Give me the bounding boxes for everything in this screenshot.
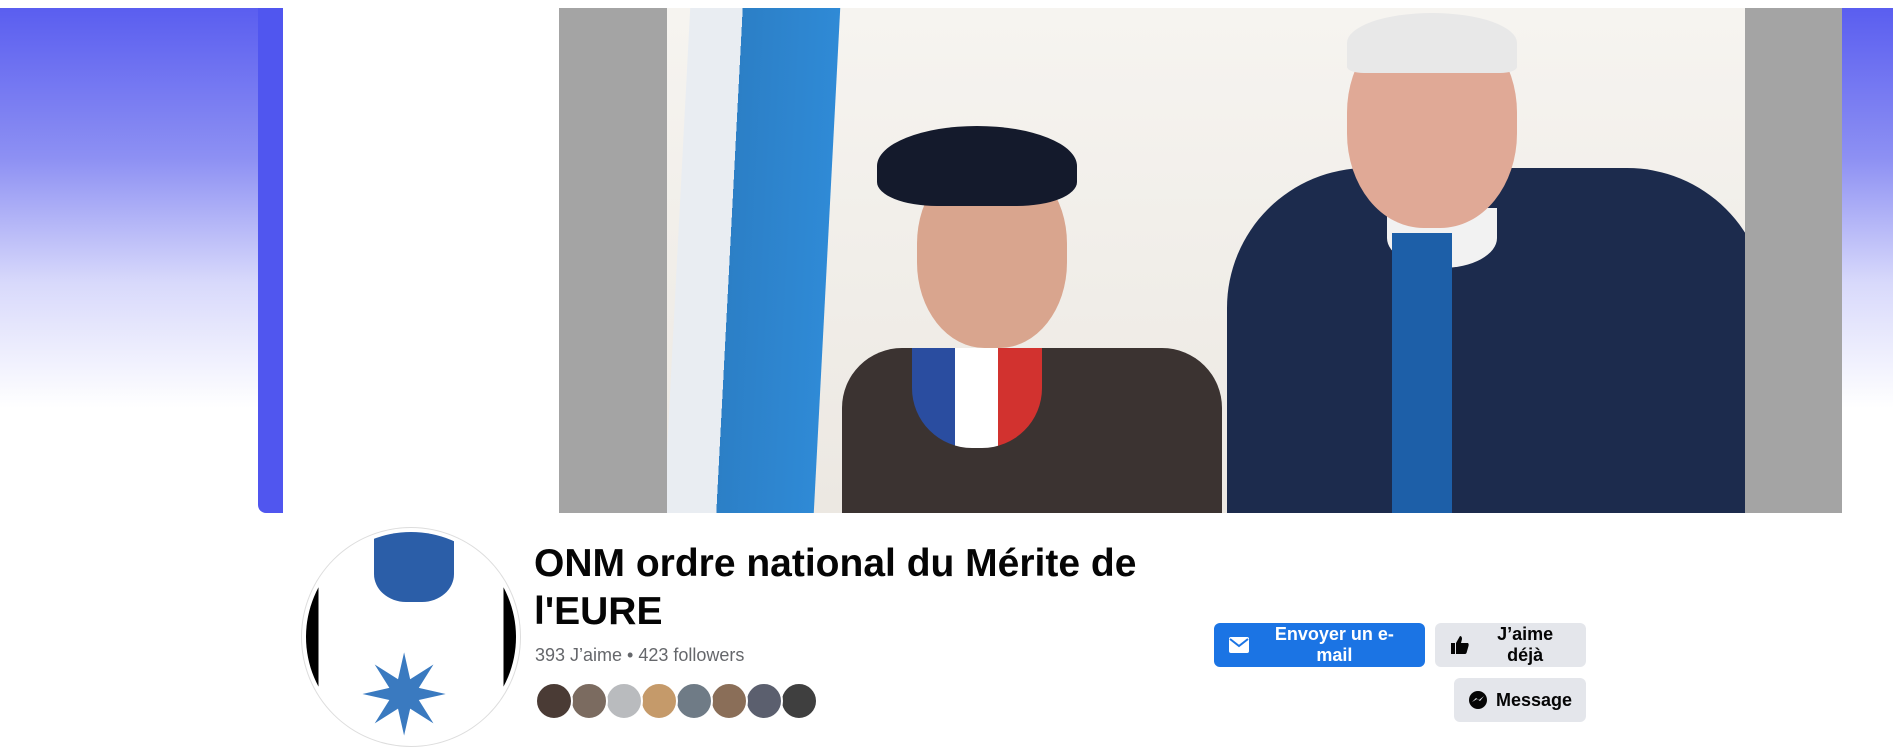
friend-avatar[interactable] bbox=[780, 682, 818, 720]
flag bbox=[667, 8, 841, 513]
page-title: ONM ordre national du Mérite de l'EURE bbox=[534, 542, 1137, 633]
friend-avatar[interactable] bbox=[745, 682, 783, 720]
like-label: J’aime déjà bbox=[1497, 624, 1554, 665]
medal-icon: ✷ bbox=[358, 635, 451, 746]
message-button[interactable]: Message bbox=[1454, 678, 1586, 722]
friend-avatar[interactable] bbox=[675, 682, 713, 720]
send-email-button[interactable]: Envoyer un e-mail bbox=[1214, 623, 1425, 667]
cover-photo-frame[interactable] bbox=[258, 8, 1842, 513]
message-label: Message bbox=[1496, 689, 1573, 710]
friend-avatar[interactable] bbox=[640, 682, 678, 720]
like-button[interactable]: J’aime déjà bbox=[1435, 623, 1586, 667]
friend-avatar[interactable] bbox=[710, 682, 748, 720]
thumbs-up-icon bbox=[1449, 634, 1470, 656]
send-email-label: Envoyer un e-mail bbox=[1274, 624, 1394, 665]
friend-avatar[interactable] bbox=[535, 682, 573, 720]
cover-photo[interactable] bbox=[667, 8, 1745, 513]
mail-icon bbox=[1228, 634, 1250, 656]
friend-avatar[interactable] bbox=[605, 682, 643, 720]
friend-avatar[interactable] bbox=[570, 682, 608, 720]
profile-picture[interactable]: ✷ bbox=[302, 528, 520, 746]
messenger-icon bbox=[1468, 689, 1488, 711]
page-stats[interactable]: 393 J’aime • 423 followers bbox=[535, 645, 744, 666]
